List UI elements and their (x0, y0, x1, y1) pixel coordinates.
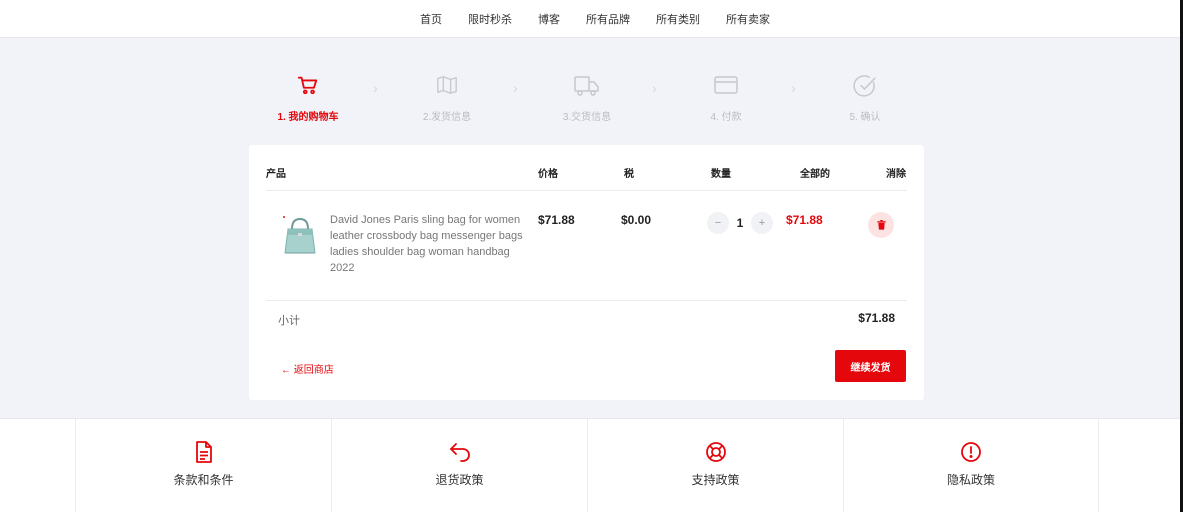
footer-privacy[interactable]: 隐私政策 (843, 419, 1099, 512)
step-shipping: 2.发货信息 (397, 74, 497, 123)
subtotal-value: $71.88 (858, 311, 895, 325)
decrement-button[interactable]: − (707, 212, 729, 234)
header-price: 价格 (538, 169, 558, 180)
header-product: 产品 (266, 169, 286, 180)
chevron-right-icon: › (513, 80, 518, 96)
remove-item-button[interactable] (868, 212, 894, 238)
continue-shipping-button[interactable]: 继续发货 (835, 350, 906, 382)
document-icon (195, 441, 212, 463)
step-payment: 4. 付款 (676, 74, 776, 123)
step-delivery: 3.交货信息 (537, 74, 637, 123)
cart-icon (297, 76, 318, 95)
step-label: 1. 我的购物车 (277, 112, 339, 123)
product-image[interactable] (280, 213, 320, 257)
chevron-right-icon: › (791, 80, 796, 96)
step-cart: 1. 我的购物车 (258, 74, 358, 123)
chevron-right-icon: › (373, 80, 378, 96)
nav-flash-sale[interactable]: 限时秒杀 (468, 11, 512, 27)
step-label: 2.发货信息 (422, 112, 472, 123)
cart-card: 产品 价格 税 数量 全部的 消除 David Jones Paris slin… (249, 145, 924, 400)
nav-blog[interactable]: 博客 (538, 11, 560, 27)
product-total: $71.88 (786, 213, 823, 227)
policy-footer: 条款和条件 退货政策 支持政策 隐私政策 (0, 418, 1180, 512)
top-nav: 首页 限时秒杀 博客 所有品牌 所有类别 所有卖家 (0, 0, 1180, 38)
footer-label: 隐私政策 (946, 473, 995, 487)
quantity-value[interactable]: 1 (734, 216, 746, 230)
product-price: $71.88 (538, 213, 575, 227)
product-name[interactable]: David Jones Paris sling bag for women le… (330, 212, 530, 276)
nav-brands[interactable]: 所有品牌 (586, 11, 630, 27)
step-label: 3.交货信息 (562, 112, 612, 123)
header-quantity: 数量 (711, 169, 731, 180)
footer-label: 支持政策 (691, 473, 740, 487)
footer-label: 条款和条件 (173, 473, 234, 487)
back-to-shop-link[interactable]: ← 返回商店 (281, 361, 334, 376)
header-total: 全部的 (800, 169, 830, 180)
nav-home[interactable]: 首页 (420, 11, 442, 27)
subtotal-label: 小计 (278, 315, 300, 327)
check-circle-icon (853, 75, 876, 97)
footer-terms[interactable]: 条款和条件 (75, 419, 331, 512)
checkout-steps: 1. 我的购物车 2.发货信息 3.交货信息 4. 付款 5. 确认 (0, 74, 1180, 124)
quantity-stepper: − 1 + (707, 212, 773, 234)
footer-returns[interactable]: 退货政策 (331, 419, 587, 512)
footer-support[interactable]: 支持政策 (587, 419, 843, 512)
chevron-right-icon: › (652, 80, 657, 96)
cart-table-header: 产品 价格 税 数量 全部的 消除 (266, 145, 907, 191)
truck-icon (574, 76, 599, 96)
nav-sellers[interactable]: 所有卖家 (726, 11, 770, 27)
header-tax: 税 (624, 169, 634, 180)
card-icon (714, 76, 738, 94)
trash-icon (876, 220, 886, 230)
product-tax: $0.00 (621, 213, 652, 227)
return-arrow-icon (449, 443, 470, 462)
lifebuoy-icon (705, 442, 726, 462)
step-label: 4. 付款 (710, 112, 742, 123)
footer-label: 退货政策 (435, 473, 484, 487)
table-row: David Jones Paris sling bag for women le… (266, 191, 907, 301)
header-remove: 消除 (886, 169, 906, 180)
map-icon (437, 76, 457, 94)
increment-button[interactable]: + (751, 212, 773, 234)
step-label: 5. 确认 (849, 112, 881, 123)
nav-categories[interactable]: 所有类别 (656, 11, 700, 27)
alert-circle-icon (961, 442, 981, 462)
step-confirm: 5. 确认 (815, 74, 915, 123)
